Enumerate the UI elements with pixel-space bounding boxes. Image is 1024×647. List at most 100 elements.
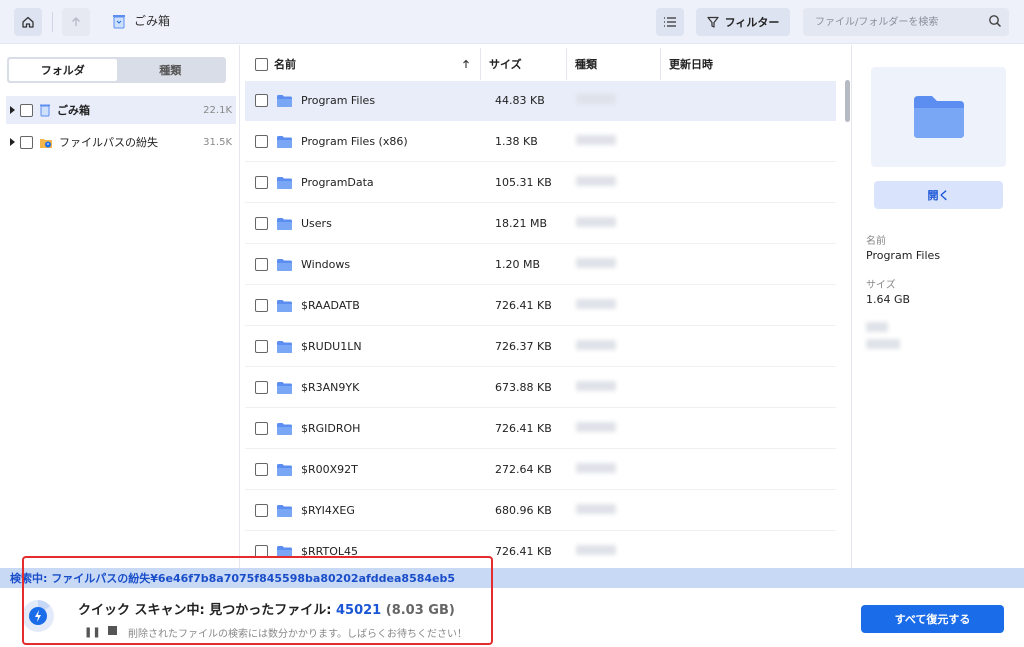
search-input[interactable] bbox=[803, 8, 1009, 36]
column-name-label: 名前 bbox=[274, 58, 296, 71]
file-name-cell: $RYI4XEG bbox=[268, 504, 486, 518]
column-size[interactable]: サイズ bbox=[481, 48, 567, 80]
home-icon bbox=[22, 16, 34, 28]
file-name: $RRTOL45 bbox=[301, 545, 358, 558]
sort-ascending-icon[interactable] bbox=[462, 59, 470, 69]
folder-icon bbox=[277, 176, 292, 189]
column-modified[interactable]: 更新日時 bbox=[661, 48, 781, 80]
tab-type[interactable]: 種類 bbox=[117, 59, 225, 81]
tab-folder[interactable]: フォルダ bbox=[9, 59, 117, 81]
row-checkbox[interactable] bbox=[255, 340, 268, 353]
list-scrollbar[interactable] bbox=[845, 80, 850, 122]
folder-icon bbox=[277, 463, 292, 476]
file-size: 44.83 KB bbox=[495, 94, 545, 107]
arrow-up-icon bbox=[72, 17, 80, 26]
folder-tree-panel: フォルダ 種類 ごみ箱 22.1K ファイルパスの紛失 31.5K bbox=[0, 45, 240, 568]
scan-title: クイック スキャン中: 見つかったファイル: 45021 (8.03 GB) bbox=[78, 599, 455, 618]
pause-icon[interactable]: ❚❚ bbox=[84, 627, 101, 638]
file-row[interactable]: $R3AN9YK 673.88 KB bbox=[245, 368, 836, 408]
file-type-redacted bbox=[574, 504, 664, 517]
file-name-cell: Users bbox=[268, 217, 486, 231]
home-button[interactable] bbox=[14, 8, 42, 36]
file-size: 272.64 KB bbox=[495, 463, 552, 476]
file-name-cell: $RAADATB bbox=[268, 299, 486, 313]
recover-all-button[interactable]: すべて復元する bbox=[861, 605, 1004, 633]
file-row[interactable]: ProgramData 105.31 KB bbox=[245, 163, 836, 203]
view-toggle-button[interactable] bbox=[656, 8, 684, 36]
select-all-checkbox[interactable] bbox=[255, 57, 268, 71]
folder-icon bbox=[277, 422, 292, 435]
row-checkbox[interactable] bbox=[255, 94, 268, 107]
toolbar-divider bbox=[52, 12, 53, 32]
row-checkbox[interactable] bbox=[255, 545, 268, 558]
file-row[interactable]: Windows 1.20 MB bbox=[245, 245, 836, 285]
column-type[interactable]: 種類 bbox=[567, 48, 661, 80]
found-count: 45021 bbox=[335, 603, 382, 618]
file-list-header: 名前 サイズ 種類 更新日時 bbox=[245, 48, 850, 80]
folder-icon bbox=[277, 299, 292, 312]
file-name-cell: $R00X92T bbox=[268, 463, 486, 477]
breadcrumb-label: ごみ箱 bbox=[134, 14, 171, 28]
file-size: 1.38 KB bbox=[495, 135, 538, 148]
detail-size-value: 1.64 GB bbox=[866, 293, 911, 306]
file-name-cell: Program Files (x86) bbox=[268, 135, 486, 149]
file-preview bbox=[871, 67, 1006, 167]
file-size: 726.41 KB bbox=[495, 422, 552, 435]
detail-name-label: 名前 bbox=[866, 236, 886, 247]
file-size: 726.41 KB bbox=[495, 299, 552, 312]
file-row[interactable]: $R00X92T 272.64 KB bbox=[245, 450, 836, 490]
row-checkbox[interactable] bbox=[255, 217, 268, 230]
tree-item-lost-path[interactable]: ファイルパスの紛失 31.5K bbox=[6, 128, 236, 156]
scan-prefix: クイック スキャン中: 見つかったファイル: bbox=[78, 603, 336, 618]
file-name-cell: $RGIDROH bbox=[268, 422, 486, 436]
file-type-redacted bbox=[574, 340, 664, 353]
filter-button[interactable]: フィルター bbox=[696, 8, 790, 36]
folder-icon bbox=[277, 217, 292, 230]
detail-redacted-value bbox=[866, 338, 900, 352]
tree-checkbox[interactable] bbox=[20, 103, 33, 117]
file-row[interactable]: $RRTOL45 726.41 KB bbox=[245, 532, 836, 572]
file-row[interactable]: $RUDU1LN 726.37 KB bbox=[245, 327, 836, 367]
row-checkbox[interactable] bbox=[255, 422, 268, 435]
file-row[interactable]: Users 18.21 MB bbox=[245, 204, 836, 244]
file-size: 1.20 MB bbox=[495, 258, 541, 271]
file-type-redacted bbox=[574, 217, 664, 230]
file-name: $RUDU1LN bbox=[301, 340, 362, 353]
tree-item-label: ファイルパスの紛失 bbox=[59, 136, 158, 149]
file-row[interactable]: $RAADATB 726.41 KB bbox=[245, 286, 836, 326]
file-row[interactable]: $RYI4XEG 680.96 KB bbox=[245, 491, 836, 531]
up-button[interactable] bbox=[62, 8, 90, 36]
file-type-redacted bbox=[574, 135, 664, 148]
row-checkbox[interactable] bbox=[255, 176, 268, 189]
detail-size-label: サイズ bbox=[866, 280, 896, 291]
tree-item-count: 22.1K bbox=[203, 104, 232, 116]
row-checkbox[interactable] bbox=[255, 135, 268, 148]
search-icon[interactable] bbox=[988, 14, 1002, 28]
file-size: 105.31 KB bbox=[495, 176, 552, 189]
file-row[interactable]: Program Files (x86) 1.38 KB bbox=[245, 122, 836, 162]
file-size: 680.96 KB bbox=[495, 504, 552, 517]
folder-icon bbox=[913, 96, 964, 138]
file-name: Program Files (x86) bbox=[301, 135, 408, 148]
scan-note: 削除されたファイルの検索には数分かかります。しばらくお待ちください！ bbox=[128, 629, 467, 640]
expand-arrow-icon[interactable] bbox=[10, 138, 15, 146]
column-name[interactable]: 名前 bbox=[245, 48, 481, 80]
expand-arrow-icon[interactable] bbox=[10, 106, 15, 114]
open-button[interactable]: 開く bbox=[874, 181, 1003, 209]
row-checkbox[interactable] bbox=[255, 504, 268, 517]
recycle-bin-icon bbox=[40, 104, 50, 117]
scan-path-status: 検索中: ファイルパスの紛失¥6e46f7b8a7075f845598ba802… bbox=[0, 568, 1024, 588]
file-name-cell: $R3AN9YK bbox=[268, 381, 486, 395]
row-checkbox[interactable] bbox=[255, 299, 268, 312]
row-checkbox[interactable] bbox=[255, 381, 268, 394]
file-row[interactable]: Program Files 44.83 KB bbox=[245, 81, 836, 121]
stop-icon[interactable] bbox=[108, 626, 117, 635]
row-checkbox[interactable] bbox=[255, 258, 268, 271]
file-name: $RYI4XEG bbox=[301, 504, 355, 517]
tree-checkbox[interactable] bbox=[20, 135, 33, 149]
file-row[interactable]: $RGIDROH 726.41 KB bbox=[245, 409, 836, 449]
row-checkbox[interactable] bbox=[255, 463, 268, 476]
file-name: Windows bbox=[301, 258, 351, 271]
tree-item-recycle-bin[interactable]: ごみ箱 22.1K bbox=[6, 96, 236, 124]
lost-folder-icon bbox=[40, 138, 52, 148]
